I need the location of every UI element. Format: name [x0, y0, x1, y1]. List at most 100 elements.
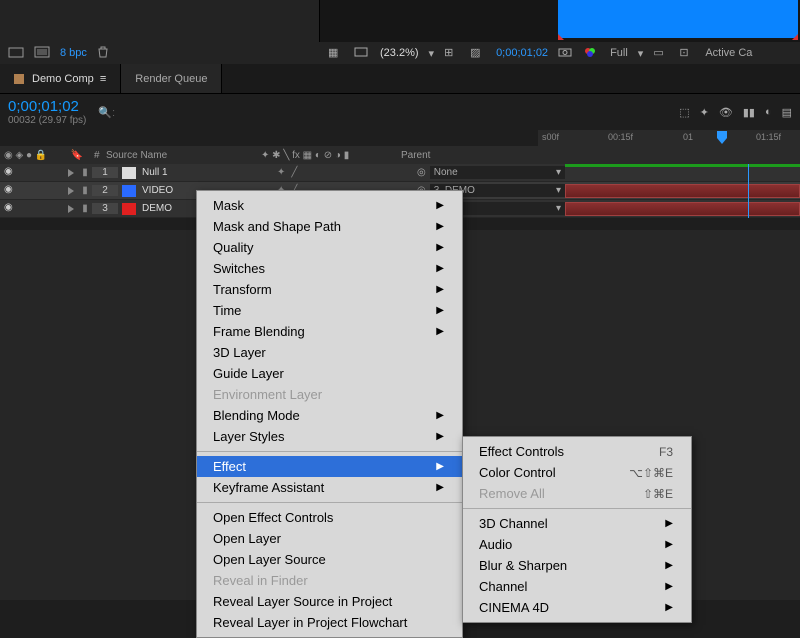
- menu-item-cinema-4d[interactable]: CINEMA 4D▶: [463, 597, 691, 618]
- menu-item-effect-controls[interactable]: Effect ControlsF3: [463, 441, 691, 462]
- ruler-tick: 01: [683, 132, 693, 142]
- ruler-tick: 01:15f: [756, 132, 781, 142]
- layer-timeline-bar[interactable]: [565, 164, 800, 182]
- preview-content: [558, 0, 798, 38]
- layer-context-menu: Mask▶Mask and Shape Path▶Quality▶Switche…: [196, 190, 463, 638]
- graph-editor-icon[interactable]: ▤: [782, 106, 792, 119]
- search-icon[interactable]: 🔍ː: [98, 106, 115, 119]
- layer-row[interactable]: ◉ ▮ 1 Null 1 ✦ ╱ ◎ None▾: [0, 164, 800, 182]
- menu-item-open-layer-source[interactable]: Open Layer Source: [197, 549, 462, 570]
- visibility-toggle[interactable]: ◉: [4, 166, 20, 180]
- expand-triangle[interactable]: [68, 187, 74, 195]
- channel-icon[interactable]: [584, 46, 600, 60]
- comp-color-swatch: [14, 74, 24, 84]
- layer-color-swatch[interactable]: [122, 203, 136, 215]
- visibility-toggle[interactable]: ◉: [4, 202, 20, 216]
- shy-icon[interactable]: 👁: [719, 106, 733, 119]
- switch-solo[interactable]: ╱: [291, 167, 297, 178]
- menu-item-reveal-layer-in-project-flowchart[interactable]: Reveal Layer in Project Flowchart: [197, 612, 462, 633]
- time-ruler[interactable]: s00f 00:15f 01 01:15f: [538, 130, 800, 146]
- playhead[interactable]: [716, 130, 728, 146]
- menu-item-layer-styles[interactable]: Layer Styles▶: [197, 426, 462, 447]
- work-area-start[interactable]: [558, 34, 564, 40]
- view-icon[interactable]: ▭: [653, 46, 669, 60]
- motion-blur-icon[interactable]: ◐: [765, 106, 772, 119]
- expand-triangle[interactable]: [68, 169, 74, 177]
- layer-index: 2: [92, 185, 118, 196]
- parent-col: Parent: [397, 150, 549, 161]
- parent-pickwhip-icon[interactable]: ◎: [417, 167, 426, 178]
- menu-item-guide-layer[interactable]: Guide Layer: [197, 363, 462, 384]
- timeline-tabs: Demo Comp ≡ Render Queue: [0, 64, 800, 94]
- menu-item-environment-layer: Environment Layer: [197, 384, 462, 405]
- menu-item-open-effect-controls[interactable]: Open Effect Controls: [197, 507, 462, 528]
- menu-item-blur-sharpen[interactable]: Blur & Sharpen▶: [463, 555, 691, 576]
- menu-item-effect[interactable]: Effect▶: [197, 456, 462, 477]
- av-toggle[interactable]: ▮: [82, 185, 88, 196]
- transparency-grid-icon[interactable]: ▨: [470, 46, 486, 60]
- bit-depth[interactable]: 8 bpc: [60, 47, 87, 59]
- layer-name[interactable]: DEMO: [142, 203, 172, 214]
- menu-item-mask-and-shape-path[interactable]: Mask and Shape Path▶: [197, 216, 462, 237]
- zoom-dropdown[interactable]: ▾: [429, 47, 435, 60]
- ruler-tick: s00f: [542, 132, 559, 142]
- new-comp-icon[interactable]: [34, 46, 50, 60]
- visibility-toggle[interactable]: ◉: [4, 184, 20, 198]
- menu-item-reveal-layer-source-in-project[interactable]: Reveal Layer Source in Project: [197, 591, 462, 612]
- effect-submenu: Effect ControlsF3Color Control⌥⇧⌘ERemove…: [462, 436, 692, 623]
- switch-shy[interactable]: ✦: [277, 167, 285, 178]
- current-timecode[interactable]: 0;00;01;02: [8, 98, 86, 115]
- layer-index: 3: [92, 203, 118, 214]
- layer-timeline-bar[interactable]: [565, 200, 800, 218]
- zoom-level[interactable]: (23.2%): [380, 47, 419, 59]
- menu-item-quality[interactable]: Quality▶: [197, 237, 462, 258]
- resolution-icon[interactable]: ⊞: [444, 46, 460, 60]
- menu-item-3d-channel[interactable]: 3D Channel▶: [463, 513, 691, 534]
- grid-icon[interactable]: ▦: [328, 46, 344, 60]
- expand-triangle[interactable]: [68, 205, 74, 213]
- tab-render-queue[interactable]: Render Queue: [121, 64, 222, 93]
- av-toggle[interactable]: ▮: [82, 167, 88, 178]
- menu-item-keyframe-assistant[interactable]: Keyframe Assistant▶: [197, 477, 462, 498]
- num-col: #: [90, 150, 102, 161]
- parent-dropdown[interactable]: None▾: [430, 166, 565, 179]
- av-toggle[interactable]: ▮: [82, 203, 88, 214]
- work-area-end[interactable]: [792, 34, 798, 40]
- menu-item-audio[interactable]: Audio▶: [463, 534, 691, 555]
- view-layout-icon[interactable]: ⊡: [679, 46, 695, 60]
- trash-icon[interactable]: [97, 46, 113, 60]
- frame-blend-icon[interactable]: ▮▮: [743, 106, 755, 119]
- menu-item-remove-all: Remove All⇧⌘E: [463, 483, 691, 504]
- tab-demo-comp[interactable]: Demo Comp ≡: [0, 64, 121, 93]
- project-panel-area: [0, 0, 320, 42]
- source-name-col[interactable]: Source Name: [102, 150, 257, 161]
- snapshot-icon[interactable]: [558, 46, 574, 60]
- layer-name[interactable]: VIDEO: [142, 185, 173, 196]
- menu-item-open-layer[interactable]: Open Layer: [197, 528, 462, 549]
- layer-color-swatch[interactable]: [122, 167, 136, 179]
- menu-item-time[interactable]: Time▶: [197, 300, 462, 321]
- layer-timeline-bar[interactable]: [565, 182, 800, 200]
- menu-item-mask[interactable]: Mask▶: [197, 195, 462, 216]
- menu-item-blending-mode[interactable]: Blending Mode▶: [197, 405, 462, 426]
- menu-item-channel[interactable]: Channel▶: [463, 576, 691, 597]
- menu-item-3d-layer[interactable]: 3D Layer: [197, 342, 462, 363]
- menu-item-switches[interactable]: Switches▶: [197, 258, 462, 279]
- resolution-dropdown[interactable]: ▾: [638, 47, 644, 60]
- layer-column-header: ◉ ◈ ● 🔒 🔖 # Source Name ✦ ✱ ╲ fx ▦ ◐ ⊘ ◑…: [0, 146, 800, 164]
- project-bin-icon[interactable]: [8, 46, 24, 60]
- draft-3d-icon[interactable]: ✦: [700, 106, 709, 119]
- comp-mini-flowchart-icon[interactable]: ⬚: [679, 106, 689, 119]
- monitor-icon[interactable]: [354, 46, 370, 60]
- tab-label: Render Queue: [135, 73, 207, 85]
- resolution-mode[interactable]: Full: [610, 47, 628, 59]
- active-camera-label[interactable]: Active Ca: [705, 47, 752, 59]
- menu-item-frame-blending[interactable]: Frame Blending▶: [197, 321, 462, 342]
- layer-index: 1: [92, 167, 118, 178]
- preview-timecode[interactable]: 0;00;01;02: [496, 47, 548, 59]
- frame-info: 00032 (29.97 fps): [8, 115, 86, 126]
- menu-item-transform[interactable]: Transform▶: [197, 279, 462, 300]
- layer-name[interactable]: Null 1: [142, 167, 168, 178]
- menu-item-color-control[interactable]: Color Control⌥⇧⌘E: [463, 462, 691, 483]
- layer-color-swatch[interactable]: [122, 185, 136, 197]
